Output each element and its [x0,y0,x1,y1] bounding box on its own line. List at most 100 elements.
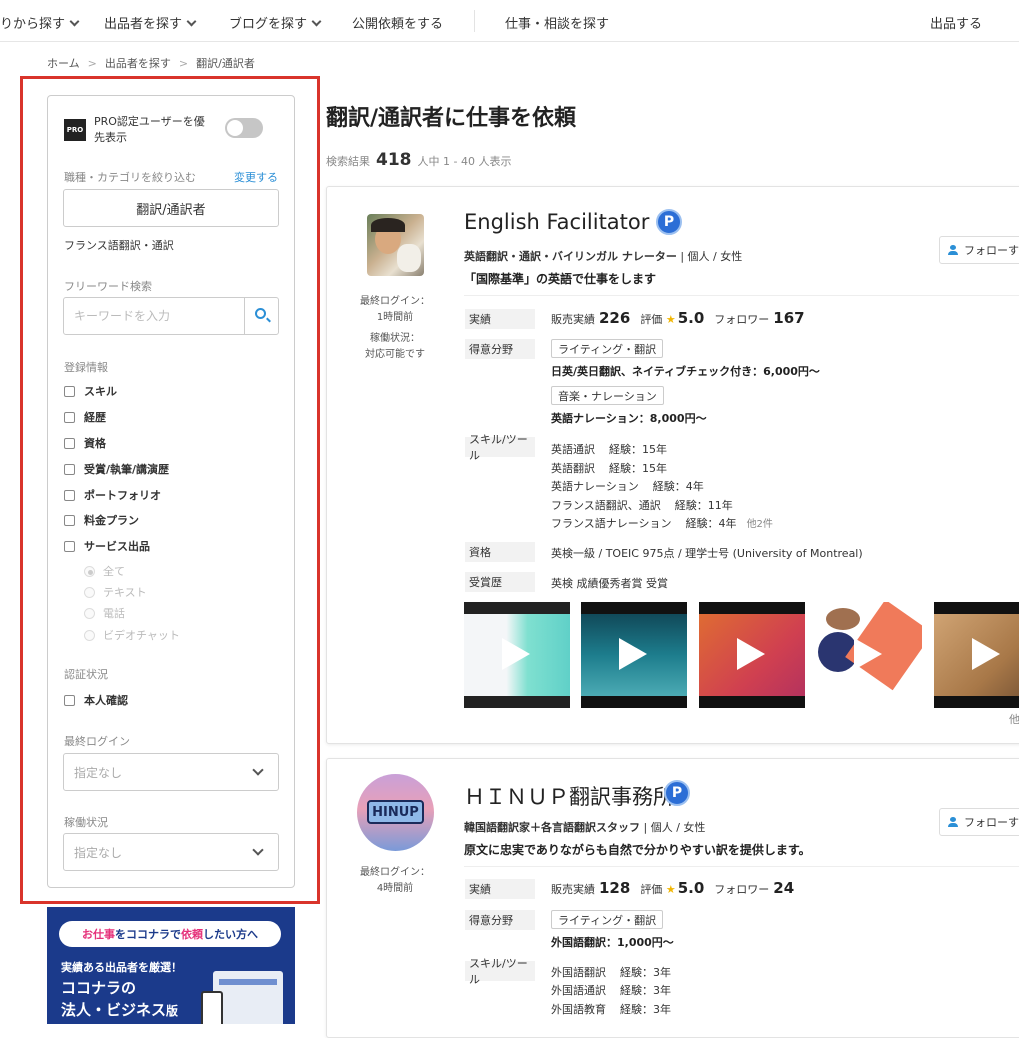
divider [464,295,1019,296]
checkbox[interactable] [64,437,75,449]
play-icon [502,638,530,670]
radio-button[interactable] [84,586,95,598]
filter-portfolio[interactable]: ポートフォリオ [64,487,161,503]
avatar[interactable] [367,214,424,276]
seller-card[interactable]: 最終ログイン： 1時間前 稼働状況： 対応可能です English Facili… [326,186,1019,744]
rating-label: 評価 [640,883,663,896]
category-button[interactable]: 翻訳/通訳者 [63,189,279,227]
thumb-grain [826,608,860,630]
filter-service[interactable]: サービス出品 [64,538,150,554]
nav-divider [474,10,475,32]
meta-value: 1時間前 [376,312,414,323]
breadcrumb: ホーム > 出品者を探す > 翻訳/通訳者 [47,55,255,71]
seller-name[interactable]: ＨＩＮＵＰ翻訳事務所 [464,781,674,811]
breadcrumb-home[interactable]: ホーム [47,57,80,70]
qualification-label: 資格 [465,542,535,562]
filter-skill[interactable]: スキル [64,383,117,399]
avatar-hair [371,218,405,232]
rating-value: 5.0 [677,309,705,327]
banner-text: 法人・ビジネス [61,1001,167,1019]
follow-button[interactable]: フォローする [939,808,1019,836]
nav-sell[interactable]: 出品する [930,13,982,32]
radio-label: 電話 [103,607,125,620]
search-button[interactable] [244,298,278,334]
person-icon [948,817,958,827]
letterbox [699,602,805,614]
thumbnails-more-link[interactable]: 他 [1009,711,1019,727]
specialty-tag[interactable]: ライティング・翻訳 [551,339,664,358]
nav-find-jobs[interactable]: 仕事・相談を探す [505,13,609,32]
video-thumbnail[interactable] [816,602,922,708]
checkbox[interactable] [64,694,75,706]
status-select[interactable]: 指定なし [63,833,279,871]
radio-text[interactable]: テキスト [84,584,147,600]
seller-catchphrase: 原文に忠実でありながらも自然で分かりやすい訳を提供します。 [464,843,811,857]
filter-identity-verified[interactable]: 本人確認 [64,692,128,708]
radio-button[interactable] [84,629,95,641]
keyword-input[interactable] [64,298,244,334]
seller-catchphrase: 「国際基準」の英語で仕事をします [464,272,657,286]
banner-line-2: ココナラの [61,979,137,997]
breadcrumb-sellers[interactable]: 出品者を探す [105,57,171,70]
checkbox[interactable] [64,514,75,526]
checkbox[interactable] [64,540,75,552]
chevron-down-icon [186,16,197,27]
checkbox[interactable] [64,489,75,501]
filter-qualification[interactable]: 資格 [64,435,106,451]
specialty-tag[interactable]: 音楽・ナレーション [551,386,664,405]
filter-awards[interactable]: 受賞/執筆/講演歴 [64,461,169,477]
specialty-tag[interactable]: ライティング・翻訳 [551,910,664,929]
radio-label: テキスト [103,586,147,599]
stats-label: 実績 [465,879,535,899]
checkbox[interactable] [64,385,75,397]
checkbox[interactable] [64,411,75,423]
filter-career[interactable]: 経歴 [64,409,106,425]
award-value: 英検 成績優秀者賞 受賞 [551,577,668,590]
checkbox-label: ポートフォリオ [84,489,161,502]
business-banner[interactable]: お仕事 をココナラで 依頼 したい方へ 実績ある出品者を厳選！ ココナラの 法人・ビジ… [47,907,295,1024]
skill-name: フランス語ナレーション [551,517,672,530]
breadcrumb-current: 翻訳/通訳者 [196,57,255,70]
video-thumbnail[interactable] [464,602,570,708]
chevron-down-icon [252,844,264,856]
filter-pricing[interactable]: 料金プラン [64,512,139,528]
select-value: 指定なし [74,765,123,780]
video-thumbnail[interactable] [934,602,1019,708]
nav-find-by-service[interactable]: りから探す [0,13,80,32]
seller-card[interactable]: HINUP 最終ログイン： 4時間前 ＨＩＮＵＰ翻訳事務所 P 韓国語翻訳家＋各… [326,758,1019,1038]
play-icon [854,638,882,670]
status-label: 稼働状況 [64,816,108,829]
seller-name[interactable]: English Facilitator [464,210,649,234]
divider [464,866,1019,867]
skill-exp: 経験：4年 [685,517,737,530]
radio-all[interactable]: 全て [84,563,125,579]
radio-phone[interactable]: 電話 [84,605,125,621]
pro-priority-toggle[interactable] [225,118,263,138]
stats-values: 販売実績 128 評価 ★ 5.0 フォロワー 24 [551,879,804,897]
sales-count: 226 [599,309,631,327]
checkbox-label: スキル [84,385,117,398]
checkbox[interactable] [64,463,75,475]
nav-find-blogs[interactable]: ブログを探す [229,13,322,32]
skill-exp: 経験：15年 [609,443,667,456]
video-thumbnail[interactable] [581,602,687,708]
avatar-cat [397,244,421,272]
breadcrumb-separator: > [87,57,97,70]
specialty-label: 得意分野 [465,339,535,359]
video-thumbnail[interactable] [699,602,805,708]
followers-label: フォロワー [714,883,770,896]
last-login-select[interactable]: 指定なし [63,753,279,791]
sub-category: フランス語翻訳・通訳 [64,239,174,252]
radio-button[interactable] [84,607,95,619]
chevron-down-icon [311,16,322,27]
avatar[interactable]: HINUP [357,774,434,851]
checkbox-label: 経歴 [84,411,106,424]
radio-button[interactable] [84,565,95,577]
nav-post-request[interactable]: 公開依頼をする [352,13,443,32]
nav-find-sellers[interactable]: 出品者を探す [104,13,197,32]
follow-button[interactable]: フォローする [939,236,1019,264]
tagline-text: 韓国語翻訳家＋各言語翻訳スタッフ [464,821,640,834]
skills-more-link[interactable]: 他2件 [747,519,773,530]
change-category-link[interactable]: 変更する [234,169,278,185]
radio-video[interactable]: ビデオチャット [84,627,180,643]
